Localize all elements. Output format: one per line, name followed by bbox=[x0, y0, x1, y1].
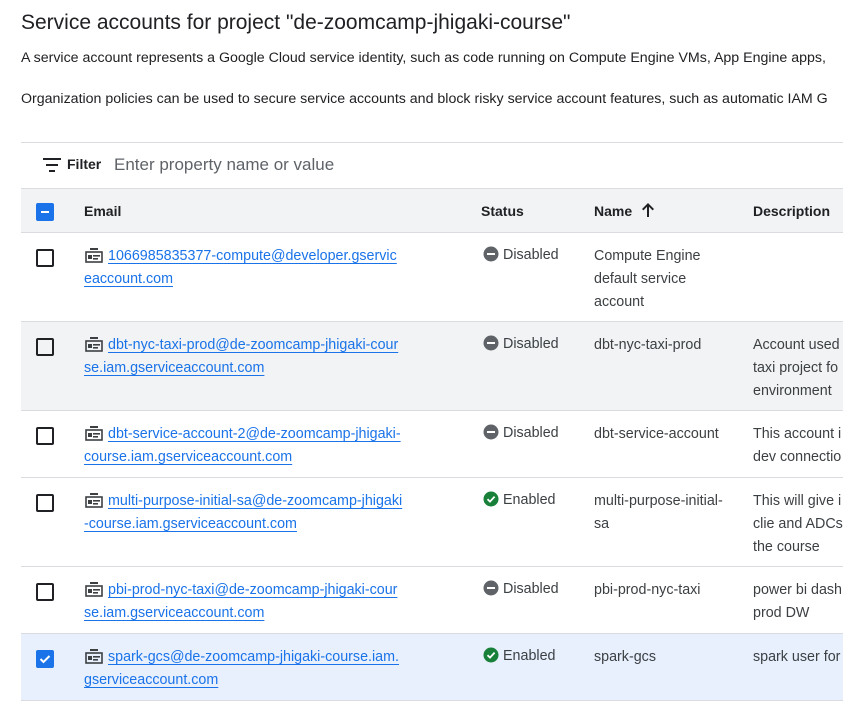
column-header-status[interactable]: Status bbox=[481, 203, 524, 219]
service-account-email-link[interactable]: 1066985835377-compute@developer.gservice… bbox=[84, 245, 404, 291]
minus-circle-icon bbox=[483, 580, 499, 596]
service-account-email-link[interactable]: pbi-prod-nyc-taxi@de-zoomcamp-jhigaki-co… bbox=[84, 579, 404, 625]
name-cell: pbi-prod-nyc-taxi bbox=[594, 582, 701, 598]
check-circle-icon bbox=[483, 491, 499, 507]
status-cell: Disabled bbox=[483, 579, 559, 599]
table-row: dbt-nyc-taxi-prod@de-zoomcamp-jhigaki-co… bbox=[21, 322, 843, 411]
filter-bar: Filter bbox=[21, 143, 843, 189]
select-all-checkbox[interactable] bbox=[36, 203, 54, 221]
row-checkbox[interactable] bbox=[36, 650, 54, 668]
filter-input[interactable] bbox=[114, 153, 514, 177]
status-label: Disabled bbox=[503, 581, 559, 597]
column-header-description[interactable]: Description bbox=[753, 203, 830, 219]
table-row: dbt-service-account-2@de-zoomcamp-jhigak… bbox=[21, 411, 843, 478]
table-row: pbi-prod-nyc-taxi@de-zoomcamp-jhigaki-co… bbox=[21, 567, 843, 634]
filter-label: Filter bbox=[67, 156, 102, 172]
status-cell: Enabled bbox=[483, 646, 555, 666]
status-label: Enabled bbox=[503, 648, 556, 664]
row-checkbox[interactable] bbox=[36, 249, 54, 267]
status-cell: Disabled bbox=[483, 334, 559, 354]
column-header-email[interactable]: Email bbox=[84, 203, 121, 219]
arrow-up-icon[interactable] bbox=[640, 202, 656, 218]
description-cell: This account i dev connectio bbox=[753, 426, 842, 465]
service-accounts-table: Filter Email Status Name Description 106… bbox=[21, 142, 843, 703]
name-cell: Compute Engine default service account bbox=[594, 248, 701, 310]
column-header-name[interactable]: Name bbox=[594, 203, 632, 219]
service-account-email-link[interactable]: dbt-nyc-taxi-prod@de-zoomcamp-jhigaki-co… bbox=[84, 334, 404, 380]
minus-circle-icon bbox=[483, 424, 499, 440]
description-cell: spark user for bbox=[753, 649, 841, 665]
service-account-email-link[interactable]: spark-gcs@de-zoomcamp-jhigaki-course.iam… bbox=[84, 646, 404, 692]
table-row: multi-purpose-initial-sa@de-zoomcamp-jhi… bbox=[21, 478, 843, 567]
table-header: Email Status Name Description bbox=[21, 189, 843, 233]
status-label: Disabled bbox=[503, 425, 559, 441]
check-circle-icon bbox=[483, 647, 499, 663]
row-checkbox[interactable] bbox=[36, 338, 54, 356]
page-description: A service account represents a Google Cl… bbox=[21, 50, 826, 66]
name-cell: multi-purpose-initial-sa bbox=[594, 493, 723, 532]
table-row: spark-gcs@de-zoomcamp-jhigaki-course.iam… bbox=[21, 634, 843, 701]
row-checkbox[interactable] bbox=[36, 494, 54, 512]
service-account-email-link[interactable]: dbt-service-account-2@de-zoomcamp-jhigak… bbox=[84, 423, 404, 469]
service-account-email-link[interactable]: multi-purpose-initial-sa@de-zoomcamp-jhi… bbox=[84, 490, 404, 536]
row-checkbox[interactable] bbox=[36, 583, 54, 601]
status-cell: Disabled bbox=[483, 423, 559, 443]
description-cell: power bi dash prod DW bbox=[753, 582, 843, 621]
status-cell: Disabled bbox=[483, 245, 559, 265]
page-title: Service accounts for project "de-zoomcam… bbox=[21, 11, 571, 34]
minus-circle-icon bbox=[483, 246, 499, 262]
status-label: Disabled bbox=[503, 336, 559, 352]
org-policy-description: Organization policies can be used to sec… bbox=[21, 91, 828, 107]
status-label: Enabled bbox=[503, 492, 556, 508]
name-cell: dbt-nyc-taxi-prod bbox=[594, 337, 702, 353]
filter-icon[interactable] bbox=[43, 158, 61, 172]
status-label: Disabled bbox=[503, 247, 559, 263]
row-checkbox[interactable] bbox=[36, 427, 54, 445]
minus-circle-icon bbox=[483, 335, 499, 351]
description-cell: Account used taxi project fo environment bbox=[753, 337, 840, 399]
status-cell: Enabled bbox=[483, 490, 555, 510]
description-cell: This will give i clie and ADCs the course bbox=[753, 493, 843, 555]
name-cell: dbt-service-account bbox=[594, 426, 719, 442]
table-row: 1066985835377-compute@developer.gservice… bbox=[21, 233, 843, 322]
name-cell: spark-gcs bbox=[594, 649, 656, 665]
